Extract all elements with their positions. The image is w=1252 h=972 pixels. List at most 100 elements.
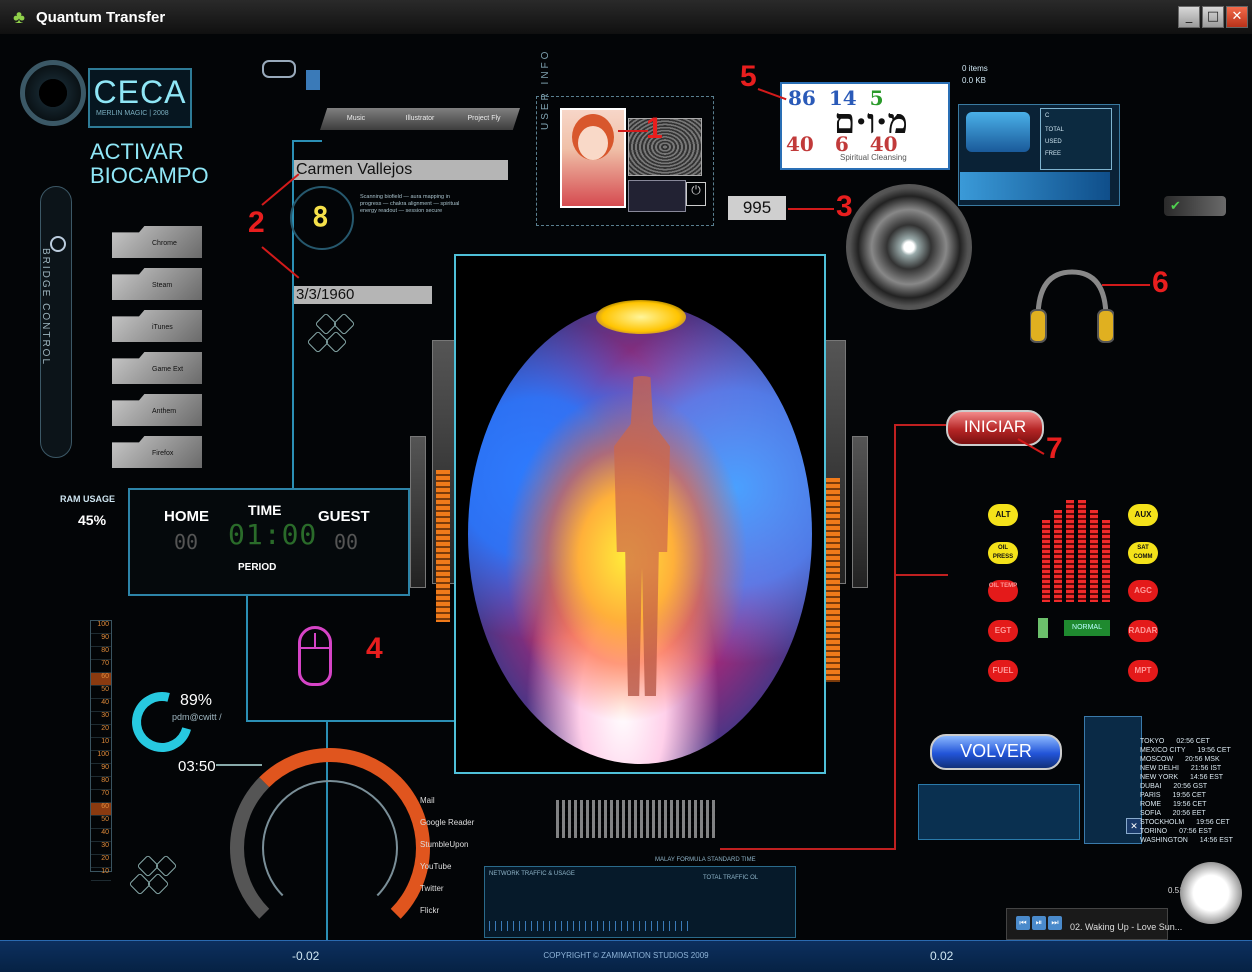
status-pill-mpt[interactable]: MPT <box>1128 660 1158 682</box>
power-button-icon[interactable]: ⏻ <box>686 182 706 206</box>
status-pill-oil-press[interactable]: OIL PRESS <box>988 542 1018 564</box>
fingerprint-icon[interactable] <box>628 118 702 176</box>
meter-tick: 40 <box>91 829 111 842</box>
speaker-icon[interactable] <box>846 184 972 310</box>
clock-city: PARIS <box>1140 792 1161 799</box>
world-clock-row: MOSCOW 20:56 MSK <box>1140 756 1220 763</box>
clock-city: ROME <box>1140 801 1161 808</box>
status-pill-radar[interactable]: RADAR <box>1128 620 1158 642</box>
counter-value[interactable]: 995 <box>728 196 786 220</box>
radar-item-flickr[interactable]: Flickr <box>420 900 474 922</box>
status-pill-egt[interactable]: EGT <box>988 620 1018 642</box>
title-bar: ♣ Quantum Transfer _ □ ✕ <box>0 0 1252 34</box>
app-tabs: Music Illustrator Project Fly <box>320 108 520 130</box>
activar-line-1: ACTIVAR <box>90 139 184 164</box>
eq-bar <box>1066 500 1074 602</box>
left-outer-rail <box>410 436 426 588</box>
play-pause-icon[interactable]: ⏯ <box>1032 916 1046 930</box>
app-launcher-icon[interactable] <box>306 70 320 90</box>
pin-icon <box>105 357 108 379</box>
clock-time: 19:56 CET <box>1172 792 1206 799</box>
hard-drive-icon[interactable] <box>966 112 1030 152</box>
maximize-button[interactable]: □ <box>1202 6 1224 28</box>
status-normal-badge: NORMAL <box>1064 620 1110 636</box>
eq-bar <box>1078 500 1086 602</box>
annotation-4: 4 <box>366 632 383 665</box>
world-clock-row: SOFIA 20:56 EET <box>1140 810 1206 817</box>
prev-track-icon[interactable]: ⏮ <box>1016 916 1030 930</box>
binoculars-icon[interactable] <box>262 60 296 78</box>
clock-city: NEW DELHI <box>1140 765 1179 772</box>
avatar-head <box>578 126 608 160</box>
radar-item-google-reader[interactable]: Google Reader <box>420 812 474 834</box>
status-pill-sat-comm[interactable]: SAT COMM <box>1128 542 1158 564</box>
cpu-ring-percent: 89% <box>180 692 213 709</box>
radar-item-mail[interactable]: Mail <box>420 790 474 812</box>
connector-line <box>292 140 322 142</box>
connector-line-red <box>894 424 946 426</box>
user-info-text: Scanning biofield — aura mapping in prog… <box>360 194 460 214</box>
birthdate-field[interactable]: 3/3/1960 <box>294 286 432 304</box>
meter-tick: 90 <box>91 634 111 647</box>
activar-biocampo-label[interactable]: ACTIVAR BIOCAMPO <box>90 140 209 188</box>
name-field[interactable]: Carmen Vallejos <box>294 160 508 180</box>
radar-item-youtube[interactable]: YouTube <box>420 856 474 878</box>
folder-steam[interactable]: Steam <box>112 268 202 300</box>
tab-music[interactable]: Music <box>320 108 392 130</box>
meter-tick: 90 <box>91 764 111 777</box>
tab-project-fly[interactable]: Project Fly <box>448 108 520 130</box>
drive-stats-box: C TOTAL USED FREE <box>1040 108 1112 170</box>
meter-tick: 30 <box>91 842 111 855</box>
status-pill-alt[interactable]: ALT <box>988 504 1018 526</box>
annotation-arrow <box>618 130 648 132</box>
world-clock-row: PARIS 19:56 CET <box>1140 792 1206 799</box>
next-track-icon[interactable]: ⏭ <box>1048 916 1062 930</box>
track-title: 02. Waking Up - Love Sun... <box>1070 922 1183 932</box>
scan-keypad[interactable] <box>628 180 686 212</box>
radar-item-stumbleupon[interactable]: StumbleUpon <box>420 834 474 856</box>
headphones-icon[interactable] <box>1030 266 1114 346</box>
recycle-items: 0 items <box>962 64 988 73</box>
meter-tick: 60 <box>91 673 111 686</box>
status-pill-fuel[interactable]: FUEL <box>988 660 1018 682</box>
folder-label: iTunes <box>152 324 173 331</box>
folder-chrome[interactable]: Chrome <box>112 226 202 258</box>
folder-itunes[interactable]: iTunes <box>112 310 202 342</box>
meter-tick: 50 <box>91 816 111 829</box>
album-art-disc[interactable] <box>1180 862 1242 924</box>
clock-city: TOKYO <box>1140 738 1165 745</box>
volver-button[interactable]: VOLVER <box>930 734 1062 770</box>
status-pill-aux[interactable]: AUX <box>1128 504 1158 526</box>
aura-display <box>454 254 826 774</box>
close-button[interactable]: ✕ <box>1226 6 1248 28</box>
clock-city: MOSCOW <box>1140 756 1174 763</box>
connector-line <box>292 140 294 490</box>
power-icon[interactable] <box>50 236 66 252</box>
radar-item-twitter[interactable]: Twitter <box>420 878 474 900</box>
folder-firefox[interactable]: Firefox <box>112 436 202 468</box>
clock-time: 14:56 EST <box>1189 774 1224 781</box>
network-panel[interactable] <box>918 784 1080 840</box>
status-pill-oil-temp[interactable]: OIL TEMP <box>988 580 1018 602</box>
annotation-1: 1 <box>646 112 663 145</box>
number-bottom-1: 40 <box>786 132 814 156</box>
folder-game-ext[interactable]: Game Ext <box>112 352 202 384</box>
world-clock-row: NEW YORK 14:56 EST <box>1140 774 1223 781</box>
clock-slider[interactable] <box>216 764 262 766</box>
mouse-icon[interactable] <box>298 626 332 686</box>
scoreboard-home-score: 00 <box>174 530 199 554</box>
ceca-logo: CECA MERLIN MAGIC | 2008 <box>88 68 192 128</box>
tab-illustrator[interactable]: Illustrator <box>384 108 456 130</box>
meter-tick: 100 <box>91 621 111 634</box>
iniciar-button[interactable]: INICIAR <box>946 410 1044 446</box>
status-pill-agc[interactable]: AGC <box>1128 580 1158 602</box>
clock-city: STOCKHOLM <box>1140 819 1185 826</box>
system-blue-strip[interactable] <box>960 172 1110 200</box>
meter-tick: 70 <box>91 790 111 803</box>
toggle-switch[interactable]: ✔ <box>1164 196 1226 216</box>
folder-anthem[interactable]: Anthem <box>112 394 202 426</box>
user-avatar[interactable] <box>560 108 626 208</box>
minimize-button[interactable]: _ <box>1178 6 1200 28</box>
world-clock-row: STOCKHOLM 19:56 CET <box>1140 819 1230 826</box>
clock-time: 19:56 CET <box>1172 801 1207 808</box>
